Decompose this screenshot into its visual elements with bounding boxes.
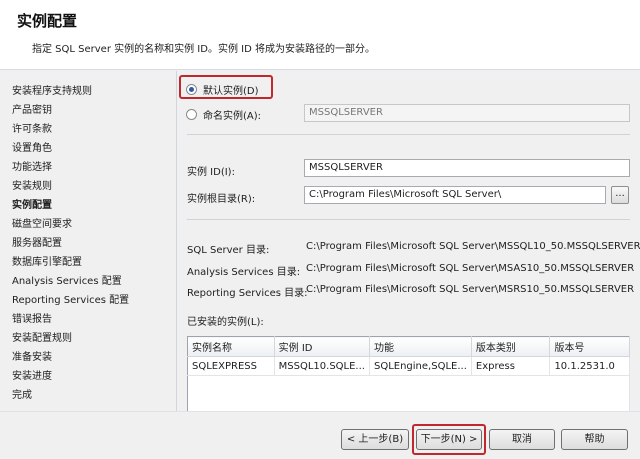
cancel-button[interactable]: 取消	[489, 429, 555, 450]
named-instance-label: 命名实例(A):	[203, 111, 262, 122]
back-button[interactable]: < 上一步(B)	[341, 429, 409, 450]
sql-server-dir-label: SQL Server 目录:	[187, 245, 270, 256]
cell-features: SQLEngine,SQLE...	[369, 356, 472, 376]
table-header-row: 实例名称 实例 ID 功能 版本类别 版本号	[187, 336, 630, 357]
named-instance-input[interactable]: MSSQLSERVER	[304, 104, 630, 122]
header: 实例配置 指定 SQL Server 实例的名称和实例 ID。实例 ID 将成为…	[0, 0, 640, 70]
column-header-edition[interactable]: 版本类别	[471, 336, 551, 357]
sidebar-item-complete[interactable]: 完成	[12, 386, 32, 401]
installed-instances-table[interactable]: 实例名称 实例 ID 功能 版本类别 版本号 SQLEXPRESS MSSQL1…	[187, 336, 630, 416]
sidebar-item-server-configuration[interactable]: 服务器配置	[12, 234, 62, 249]
sidebar-item-license-terms[interactable]: 许可条款	[12, 120, 52, 135]
sidebar-item-instance-configuration[interactable]: 实例配置	[12, 196, 52, 211]
page-description: 指定 SQL Server 实例的名称和实例 ID。实例 ID 将成为安装路径的…	[32, 44, 375, 55]
reporting-services-dir-label: Reporting Services 目录:	[187, 288, 308, 299]
default-instance-label: 默认实例(D)	[203, 86, 259, 97]
sql-server-dir-value: C:\Program Files\Microsoft SQL Server\MS…	[306, 241, 640, 252]
sidebar-item-product-key[interactable]: 产品密钥	[12, 101, 52, 116]
sidebar: 安装程序支持规则 产品密钥 许可条款 设置角色 功能选择 安装规则 实例配置 磁…	[0, 71, 175, 411]
radio-checked-icon	[186, 84, 197, 95]
browse-button[interactable]: ...	[611, 186, 629, 204]
instance-root-input[interactable]: C:\Program Files\Microsoft SQL Server\	[304, 186, 606, 204]
cell-instance-id: MSSQL10.SQLE...	[274, 356, 370, 376]
sidebar-item-ready-to-install[interactable]: 准备安装	[12, 348, 52, 363]
cell-edition: Express	[471, 356, 551, 376]
sidebar-item-feature-selection[interactable]: 功能选择	[12, 158, 52, 173]
named-instance-radio[interactable]: 命名实例(A):	[186, 107, 261, 122]
help-button[interactable]: 帮助	[561, 429, 628, 450]
cell-version: 10.1.2531.0	[549, 356, 630, 376]
sidebar-item-disk-space[interactable]: 磁盘空间要求	[12, 215, 72, 230]
sidebar-item-setup-support-rules[interactable]: 安装程序支持规则	[12, 82, 92, 97]
analysis-services-dir-label: Analysis Services 目录:	[187, 267, 301, 278]
divider	[187, 134, 630, 135]
installed-instances-label: 已安装的实例(L):	[187, 317, 264, 328]
sidebar-item-setup-role[interactable]: 设置角色	[12, 139, 52, 154]
table-row-empty	[187, 375, 630, 416]
sidebar-item-config-rules[interactable]: 安装配置规则	[12, 329, 72, 344]
sidebar-item-installation-rules[interactable]: 安装规则	[12, 177, 52, 192]
instance-id-input[interactable]: MSSQLSERVER	[304, 159, 630, 177]
instance-root-label: 实例根目录(R):	[187, 194, 256, 205]
column-header-version[interactable]: 版本号	[549, 336, 630, 357]
default-instance-radio[interactable]: 默认实例(D)	[186, 82, 259, 97]
cell-instance-name: SQLEXPRESS	[187, 356, 275, 376]
instance-id-label: 实例 ID(I):	[187, 167, 235, 178]
radio-unchecked-icon	[186, 109, 197, 120]
reporting-services-dir-value: C:\Program Files\Microsoft SQL Server\MS…	[306, 284, 635, 295]
column-header-instance-id[interactable]: 实例 ID	[274, 336, 370, 357]
sidebar-item-database-engine[interactable]: 数据库引擎配置	[12, 253, 82, 268]
column-header-features[interactable]: 功能	[369, 336, 472, 357]
footer: < 上一步(B) 下一步(N) > 取消 帮助	[0, 411, 640, 459]
sidebar-item-progress[interactable]: 安装进度	[12, 367, 52, 382]
sidebar-item-reporting-services[interactable]: Reporting Services 配置	[12, 291, 129, 306]
divider	[187, 219, 630, 220]
sidebar-item-analysis-services[interactable]: Analysis Services 配置	[12, 272, 122, 287]
column-header-instance-name[interactable]: 实例名称	[187, 336, 275, 357]
sidebar-item-error-reporting[interactable]: 错误报告	[12, 310, 52, 325]
main-panel: 默认实例(D) 命名实例(A): MSSQLSERVER 实例 ID(I): M…	[176, 71, 640, 416]
table-row[interactable]: SQLEXPRESS MSSQL10.SQLE... SQLEngine,SQL…	[187, 356, 630, 376]
next-button[interactable]: 下一步(N) >	[416, 429, 482, 450]
page-title: 实例配置	[17, 12, 78, 30]
analysis-services-dir-value: C:\Program Files\Microsoft SQL Server\MS…	[306, 263, 635, 274]
